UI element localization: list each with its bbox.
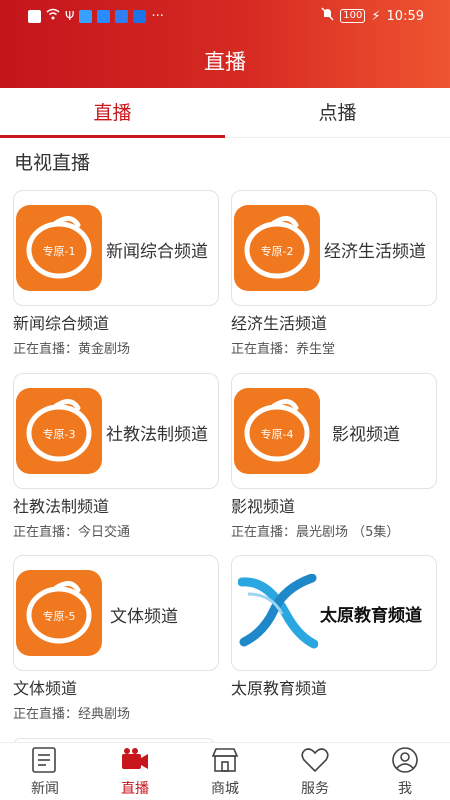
channel-logo: 专原-2: [234, 205, 320, 291]
heart-icon: [300, 746, 330, 774]
education-channel-logo: [237, 573, 319, 650]
profile-icon: [390, 746, 420, 774]
store-icon: [210, 746, 240, 774]
now-playing: 正在直播：今日交通: [13, 525, 131, 540]
channel-logo: 专原-1: [16, 205, 102, 291]
status-bar: Ψ ··· 100 ⚡ 10:59: [0, 0, 450, 32]
nav-label: 我: [398, 781, 412, 797]
thumbnail-title: 文体频道: [110, 607, 178, 627]
battery-level: 100: [340, 9, 366, 23]
channel-thumbnail[interactable]: 太原教育频道: [231, 555, 437, 671]
channel-thumbnail[interactable]: 专原-5 文体频道: [13, 555, 219, 671]
nav-label: 商城: [211, 781, 239, 797]
channel-thumbnail[interactable]: 专原-3 社教法制频道: [13, 373, 219, 489]
usb-icon: Ψ: [65, 9, 75, 23]
now-playing: 正在直播：经典剧场: [13, 707, 131, 722]
thumbnail-title: 新闻综合频道: [106, 242, 208, 262]
status-icons-left: Ψ ···: [28, 8, 164, 24]
channel-logo: 专原-3: [16, 388, 102, 474]
nav-me[interactable]: 我: [360, 743, 450, 800]
tab-on-demand[interactable]: 点播: [225, 88, 450, 138]
channel-name: 新闻综合频道: [13, 314, 110, 333]
tab-bar: 直播 点播: [0, 88, 450, 138]
tab-live[interactable]: 直播: [0, 88, 225, 138]
status-time: 10:59: [386, 8, 424, 24]
nav-store[interactable]: 商城: [180, 743, 270, 800]
bottom-navigation: 新闻 直播 商城 服务 我: [0, 742, 450, 800]
nav-label: 直播: [121, 781, 149, 797]
channel-name: 社教法制频道: [13, 497, 110, 516]
charging-icon: ⚡: [371, 8, 381, 24]
wifi-icon: [46, 8, 60, 24]
more-notifications-icon: ···: [151, 8, 164, 24]
nav-service[interactable]: 服务: [270, 743, 360, 800]
app-c-icon: [97, 9, 111, 23]
svg-text:专原-5: 专原-5: [43, 609, 76, 623]
active-tab-indicator: [0, 135, 225, 138]
live-camera-icon: [120, 746, 150, 774]
channel-name: 太原教育频道: [231, 679, 328, 698]
app-header: Ψ ··· 100 ⚡ 10:59 直播: [0, 0, 450, 88]
status-icons-right: 100 ⚡ 10:59: [321, 7, 424, 25]
thumbnail-title: 影视频道: [332, 425, 400, 445]
nav-live[interactable]: 直播: [90, 743, 180, 800]
newspaper-icon: [30, 746, 60, 774]
channel-thumbnail[interactable]: 专原-4 影视频道: [231, 373, 437, 489]
thumbnail-title: 经济生活频道: [324, 242, 426, 262]
now-playing: 正在直播：黄金剧场: [13, 342, 131, 357]
search-app-icon: [79, 9, 93, 23]
nav-news[interactable]: 新闻: [0, 743, 90, 800]
channel-thumbnail[interactable]: 专原-2 经济生活频道: [231, 190, 437, 306]
svg-text:专原-1: 专原-1: [43, 244, 76, 258]
thumbnail-title: 社教法制频道: [106, 425, 208, 445]
nav-label: 服务: [301, 781, 329, 797]
app-layers-icon: [115, 9, 129, 23]
page-title: 直播: [204, 50, 246, 74]
alert-icon: [28, 9, 41, 23]
thumbnail-title: 太原教育频道: [320, 606, 422, 626]
channel-name: 经济生活频道: [231, 314, 328, 333]
channel-thumbnail[interactable]: 专原-1 新闻综合频道: [13, 190, 219, 306]
now-playing: 正在直播：晨光剧场 （5集）: [231, 525, 400, 540]
now-playing: 正在直播：养生堂: [231, 342, 336, 357]
channel-logo: 专原-4: [234, 388, 320, 474]
svg-text:专原-3: 专原-3: [43, 427, 76, 441]
channel-name: 文体频道: [13, 679, 78, 698]
channel-logo: 专原-5: [16, 570, 102, 656]
section-title: 电视直播: [14, 152, 91, 174]
svg-text:专原-4: 专原-4: [261, 427, 294, 441]
nav-label: 新闻: [31, 781, 59, 797]
app-shield-icon: [133, 9, 147, 23]
channel-name: 影视频道: [231, 497, 296, 516]
svg-text:专原-2: 专原-2: [261, 244, 294, 258]
mute-bell-icon: [321, 7, 334, 25]
